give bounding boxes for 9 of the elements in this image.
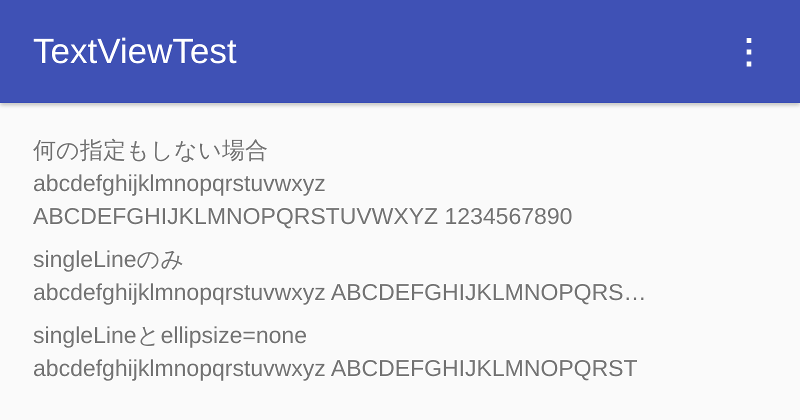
sample-text: abcdefghijklmnopqrstuvwxyz ABCDEFGHIJKLMNOPQRST — [33, 354, 639, 383]
sample-text: abcdefghijklmnopqrstuvwxyz ABCDEFGHIJKLMNOPQRS… — [33, 278, 648, 307]
section-label: 何の指定もしない場合 — [33, 136, 269, 165]
section-label: singleLineとellipsize=none — [33, 321, 308, 350]
sample-text: ABCDEFGHIJKLMNOPQRSTUVWXYZ 1234567890 — [33, 202, 574, 231]
overflow-menu-button[interactable]: ⋮ — [728, 34, 770, 68]
section-label: singleLineのみ — [33, 245, 186, 274]
app-title: TextViewTest — [33, 32, 237, 72]
sample-text: abcdefghijklmnopqrstuvwxyz — [33, 169, 327, 198]
